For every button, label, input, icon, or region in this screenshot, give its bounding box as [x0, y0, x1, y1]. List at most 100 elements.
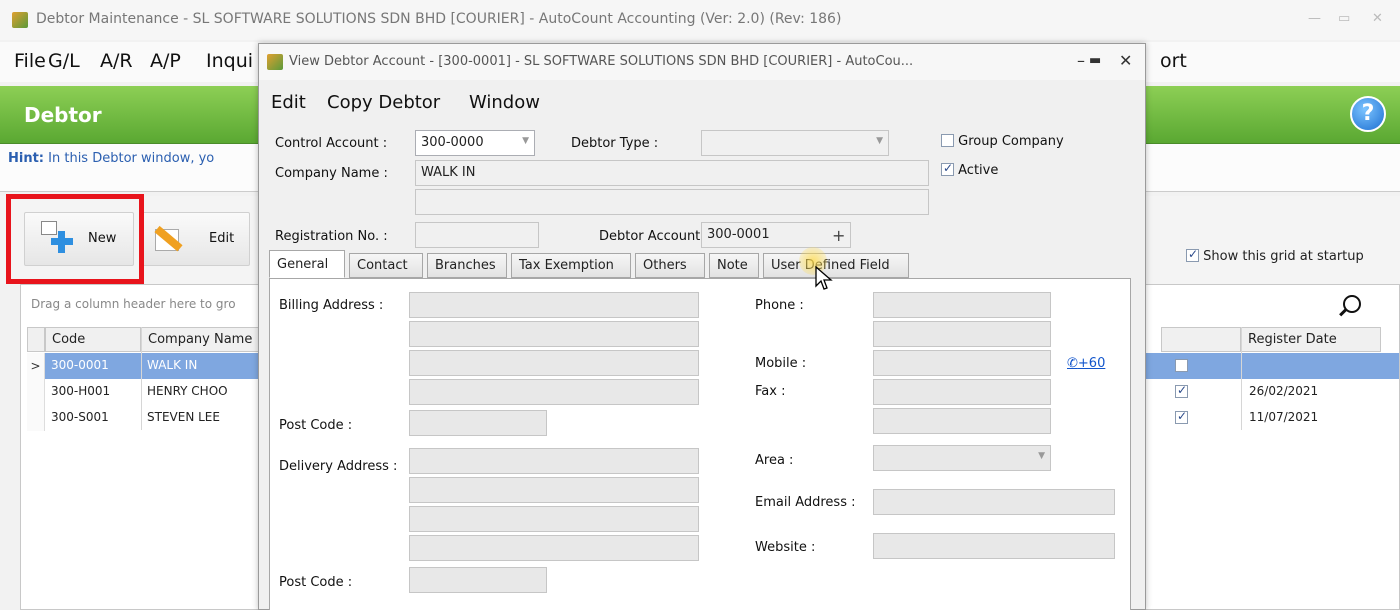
row-indicator	[27, 405, 45, 431]
mobile-field[interactable]	[873, 350, 1051, 376]
control-account-select[interactable]: 300-0000 ▼	[415, 130, 535, 156]
dialog-title-bar: View Debtor Account - [300-0001] - SL SO…	[259, 44, 1145, 80]
debtor-account-field[interactable]: 300-0001	[701, 222, 851, 248]
debtor-type-select[interactable]: ▼	[701, 130, 889, 156]
search-icon[interactable]	[1343, 295, 1361, 313]
column-header-register-date[interactable]: Register Date	[1241, 327, 1381, 352]
menu-file[interactable]: File	[14, 50, 46, 72]
edit-button[interactable]: Edit	[140, 212, 250, 266]
chevron-down-icon: ▼	[1038, 451, 1045, 461]
tab-user-defined-field[interactable]: User Defined Field	[763, 253, 909, 278]
plus-icon[interactable]: +	[832, 226, 845, 245]
website-label: Website :	[755, 540, 816, 555]
help-icon[interactable]: ?	[1350, 96, 1386, 132]
email-field[interactable]	[873, 489, 1115, 515]
view-debtor-dialog: View Debtor Account - [300-0001] - SL SO…	[258, 43, 1146, 610]
grid-divider	[141, 327, 142, 430]
phone-dial-link[interactable]: ✆+60	[1067, 356, 1105, 371]
delivery-address-line-1[interactable]	[409, 448, 699, 474]
menu-report[interactable]: ort	[1160, 50, 1187, 72]
close-icon[interactable]: ✕	[1372, 11, 1383, 26]
edit-pencil-icon	[149, 219, 185, 255]
dialog-title: View Debtor Account - [300-0001] - SL SO…	[289, 54, 914, 69]
fax-field-1[interactable]	[873, 379, 1051, 405]
cell-register-date: 11/07/2021	[1249, 410, 1319, 424]
show-grid-label: Show this grid at startup	[1203, 249, 1364, 264]
page-title: Debtor	[24, 103, 102, 127]
tab-general[interactable]: General	[269, 250, 345, 278]
area-select[interactable]: ▼	[873, 445, 1051, 471]
website-field[interactable]	[873, 533, 1115, 559]
cell-company: STEVEN LEE	[147, 410, 220, 424]
debtor-type-label: Debtor Type :	[571, 136, 659, 151]
tab-note[interactable]: Note	[709, 253, 759, 278]
chevron-down-icon: ▼	[522, 136, 529, 146]
active-checkbox[interactable]	[941, 161, 954, 176]
maximize-icon[interactable]: ▭	[1338, 11, 1350, 26]
column-header-company[interactable]: Company Name	[141, 327, 261, 352]
show-grid-option[interactable]: Show this grid at startup	[1186, 247, 1364, 264]
dialog-minimize-icon[interactable]: –	[1077, 51, 1085, 70]
dialog-menu-window[interactable]: Window	[469, 92, 540, 113]
dialog-maximize-icon[interactable]: ▬	[1089, 53, 1101, 68]
active-label: Active	[958, 163, 999, 178]
highlight-box	[6, 194, 144, 284]
phone-field-1[interactable]	[873, 292, 1051, 318]
row-indicator	[27, 379, 45, 405]
hint-text: In this Debtor window, yo	[48, 151, 215, 166]
group-company-label: Group Company	[958, 134, 1064, 149]
chevron-down-icon: ▼	[876, 136, 883, 146]
row-checkbox[interactable]	[1175, 383, 1188, 399]
dialog-menu-edit[interactable]: Edit	[271, 92, 306, 113]
show-grid-checkbox[interactable]	[1186, 247, 1199, 262]
cell-register-date: 26/02/2021	[1249, 384, 1319, 398]
billing-address-line-2[interactable]	[409, 321, 699, 347]
tab-others[interactable]: Others	[635, 253, 705, 278]
column-header-checkbox[interactable]	[1161, 327, 1241, 352]
company-name-label: Company Name :	[275, 166, 388, 181]
main-window-title: Debtor Maintenance - SL SOFTWARE SOLUTIO…	[36, 11, 842, 27]
row-checkbox[interactable]	[1175, 409, 1188, 425]
tab-branches[interactable]: Branches	[427, 253, 507, 278]
billing-address-line-3[interactable]	[409, 350, 699, 376]
minimize-icon[interactable]: —	[1308, 11, 1321, 26]
delivery-address-line-2[interactable]	[409, 477, 699, 503]
menu-inquiry[interactable]: Inqui	[206, 50, 253, 72]
tab-contact[interactable]: Contact	[349, 253, 423, 278]
delivery-address-line-4[interactable]	[409, 535, 699, 561]
debtor-account-label: Debtor Account :	[599, 229, 709, 244]
fax-field-2[interactable]	[873, 408, 1051, 434]
registration-label: Registration No. :	[275, 229, 388, 244]
group-company-option[interactable]: Group Company	[941, 134, 1064, 149]
active-option[interactable]: Active	[941, 161, 999, 178]
tab-tax-exemption[interactable]: Tax Exemption	[511, 253, 631, 278]
mobile-label: Mobile :	[755, 356, 807, 371]
billing-address-line-4[interactable]	[409, 379, 699, 405]
menu-gl[interactable]: G/L	[48, 50, 80, 72]
group-company-checkbox[interactable]	[941, 134, 954, 147]
row-indicator: >	[27, 353, 45, 379]
company-name-2-field[interactable]	[415, 189, 929, 215]
delivery-address-line-3[interactable]	[409, 506, 699, 532]
grid-divider	[1241, 327, 1242, 430]
post-code-2-label: Post Code :	[279, 575, 353, 590]
menu-ar[interactable]: A/R	[100, 50, 133, 72]
post-code-2-field[interactable]	[409, 567, 547, 593]
phone-label: Phone :	[755, 298, 804, 313]
menu-ap[interactable]: A/P	[150, 50, 181, 72]
cell-code: 300-H001	[51, 384, 111, 398]
billing-address-label: Billing Address :	[279, 298, 384, 313]
group-hint: Drag a column header here to gro	[31, 297, 236, 311]
row-checkbox[interactable]	[1175, 359, 1188, 373]
billing-address-line-1[interactable]	[409, 292, 699, 318]
app-icon	[12, 12, 28, 28]
dialog-close-icon[interactable]: ✕	[1119, 51, 1132, 70]
dialog-menu-copy-debtor[interactable]: Copy Debtor	[327, 92, 440, 113]
phone-dial-label: +60	[1077, 356, 1106, 371]
registration-field[interactable]	[415, 222, 539, 248]
column-header-code[interactable]: Code	[45, 327, 141, 352]
company-name-field[interactable]: WALK IN	[415, 160, 929, 186]
phone-field-2[interactable]	[873, 321, 1051, 347]
row-indicator-header	[27, 327, 45, 352]
post-code-field[interactable]	[409, 410, 547, 436]
